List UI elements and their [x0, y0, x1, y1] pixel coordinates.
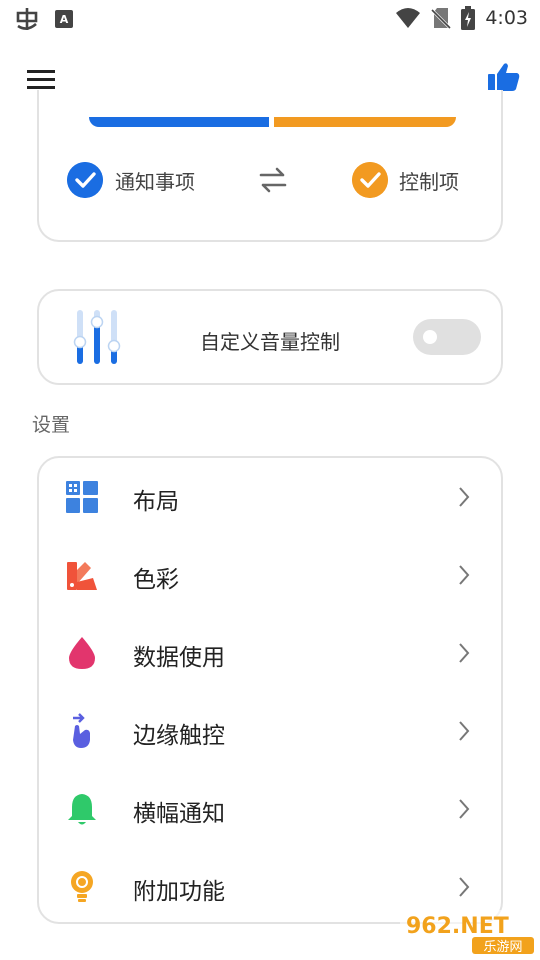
bell-icon [68, 794, 96, 825]
notification-color-bar [89, 117, 269, 127]
settings-section-title: 设置 [32, 414, 71, 436]
status-left-icons: A [14, 6, 74, 32]
lightbulb-icon [71, 871, 93, 902]
edge-touch-icon [73, 713, 90, 748]
notification-items-label: 通知事项 [115, 170, 195, 194]
settings-item-layout[interactable]: 布局 [39, 458, 501, 536]
color-palette-icon [67, 562, 97, 590]
wifi-icon [396, 8, 421, 28]
chevron-right-icon [459, 877, 470, 897]
swap-arrows-icon[interactable] [257, 166, 289, 194]
control-check-icon[interactable] [352, 162, 388, 198]
watermark-bottom-text: 乐游网 [483, 940, 522, 955]
chevron-right-icon [459, 721, 470, 741]
custom-volume-label: 自定义音量控制 [200, 330, 340, 354]
control-color-bar [274, 117, 456, 127]
chevron-right-icon [459, 643, 470, 663]
chevron-right-icon [459, 799, 470, 819]
data-drop-icon [69, 637, 95, 669]
custom-volume-card[interactable]: 自定义音量控制 [37, 289, 503, 385]
settings-list: 布局 色彩 数据使用 边缘触控 横幅通知 附加功能 [37, 456, 503, 924]
settings-item-label: 附加功能 [133, 879, 225, 905]
settings-item-data-usage[interactable]: 数据使用 [39, 614, 501, 692]
notification-check-icon[interactable] [67, 162, 103, 198]
notification-control-card: 通知事项 控制项 [37, 90, 503, 242]
settings-item-label: 边缘触控 [133, 723, 225, 749]
svg-text:A: A [60, 13, 69, 26]
settings-item-banner-notification[interactable]: 横幅通知 [39, 770, 501, 848]
keyboard-notification-icon: A [55, 10, 73, 28]
app-notification-icon [16, 8, 38, 30]
no-sim-icon [431, 8, 452, 29]
watermark-top-text: 962.NET [406, 914, 509, 939]
control-items-label: 控制项 [399, 170, 459, 194]
volume-sliders-icon [73, 310, 121, 364]
status-bar: A 4:03 [0, 0, 540, 38]
status-clock: 4:03 [485, 7, 528, 29]
site-watermark-logo: 962.NET 乐游网 [400, 910, 536, 956]
settings-item-color[interactable]: 色彩 [39, 536, 501, 614]
toggle-knob [423, 330, 437, 344]
settings-item-label: 色彩 [133, 567, 179, 593]
battery-charging-icon [461, 6, 476, 30]
settings-item-edge-touch[interactable]: 边缘触控 [39, 692, 501, 770]
hamburger-menu-icon[interactable] [26, 66, 56, 92]
chevron-right-icon [459, 487, 470, 507]
chevron-right-icon [459, 565, 470, 585]
status-right-icons: 4:03 [395, 6, 528, 30]
settings-item-label: 数据使用 [133, 645, 225, 671]
custom-volume-toggle[interactable] [413, 319, 481, 355]
layout-grid-icon [66, 481, 98, 513]
settings-item-label: 布局 [133, 489, 179, 515]
settings-item-label: 横幅通知 [133, 801, 225, 827]
